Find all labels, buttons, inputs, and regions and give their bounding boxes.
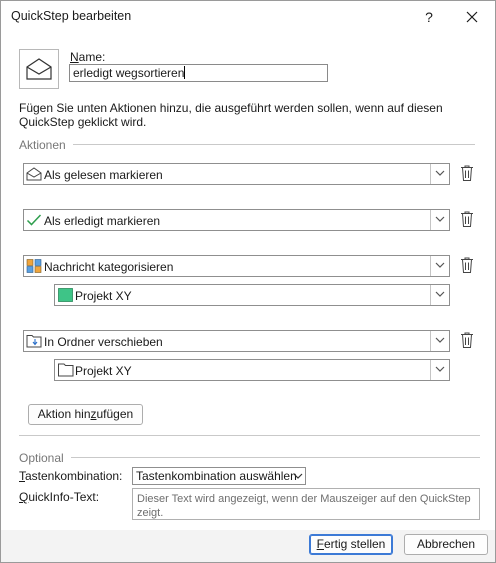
title-bar: QuickStep bearbeiten ? — [1, 1, 495, 33]
name-label: Name: — [70, 50, 106, 64]
chevron-down-icon — [435, 366, 445, 372]
shortcut-label: Tastenkombination: — [19, 469, 123, 483]
category-dropdown[interactable] — [430, 285, 449, 305]
action-select-2[interactable]: Als erledigt markieren — [23, 209, 450, 231]
chevron-down-icon — [435, 170, 445, 176]
action-dropdown-4[interactable] — [430, 331, 449, 351]
delete-action-3-trash-icon[interactable] — [459, 256, 475, 274]
folder-dropdown[interactable] — [430, 360, 449, 380]
optional-divider — [71, 457, 480, 458]
description-text: Fügen Sie unten Aktionen hinzu, die ausg… — [19, 101, 443, 129]
action-dropdown-1[interactable] — [430, 164, 449, 184]
cancel-button[interactable]: Abbrechen — [404, 534, 488, 555]
shortcut-select[interactable]: Tastenkombination auswählen — [132, 467, 306, 485]
action-select-4[interactable]: In Ordner verschieben — [23, 330, 450, 352]
chevron-down-icon[interactable] — [292, 469, 304, 483]
chevron-down-icon — [435, 262, 445, 268]
action-label-4: In Ordner verschieben — [44, 335, 163, 349]
shortcut-value: Tastenkombination auswählen — [136, 469, 297, 483]
checkmark-icon — [26, 214, 42, 226]
open-envelope-icon — [26, 167, 42, 181]
actions-bottom-divider — [19, 435, 480, 436]
action-select-3[interactable]: Nachricht kategorisieren — [23, 255, 450, 277]
tooltip-label: QuickInfo-Text: — [19, 490, 100, 504]
folder-select[interactable]: Projekt XY — [54, 359, 450, 381]
close-button[interactable] — [459, 5, 485, 29]
delete-action-1-trash-icon[interactable] — [459, 164, 475, 182]
chevron-down-icon — [435, 216, 445, 222]
categorize-icon — [26, 259, 42, 273]
actions-divider — [73, 144, 475, 145]
move-to-folder-icon — [26, 335, 42, 348]
category-label: Projekt XY — [75, 289, 132, 303]
category-select[interactable]: Projekt XY — [54, 284, 450, 306]
envelope-icon — [26, 58, 52, 80]
optional-section-title: Optional — [19, 451, 64, 465]
action-select-1[interactable]: Als gelesen markieren — [23, 163, 450, 185]
action-label-1: Als gelesen markieren — [44, 168, 163, 182]
delete-action-4-trash-icon[interactable] — [459, 331, 475, 349]
chevron-down-icon — [435, 291, 445, 297]
finish-button[interactable]: Fertig stellen — [309, 534, 393, 555]
actions-section-title: Aktionen — [19, 138, 66, 152]
action-dropdown-3[interactable] — [430, 256, 449, 276]
folder-label: Projekt XY — [75, 364, 132, 378]
quickstep-icon-button[interactable] — [19, 49, 59, 89]
add-action-button[interactable]: Aktion hinzufügen — [28, 404, 143, 425]
name-input[interactable]: erledigt wegsortieren — [69, 64, 328, 82]
action-label-3: Nachricht kategorisieren — [44, 260, 174, 274]
delete-action-2-trash-icon[interactable] — [459, 210, 475, 228]
name-input-value: erledigt wegsortieren — [73, 66, 185, 80]
close-icon — [466, 11, 478, 23]
quickstep-dialog: QuickStep bearbeiten ? Name: erledigt we… — [0, 0, 496, 563]
chevron-down-icon — [435, 337, 445, 343]
tooltip-textarea[interactable]: Dieser Text wird angezeigt, wenn der Mau… — [132, 488, 480, 520]
help-button[interactable]: ? — [417, 5, 441, 29]
action-dropdown-2[interactable] — [430, 210, 449, 230]
action-label-2: Als erledigt markieren — [44, 214, 161, 228]
category-color-icon — [58, 288, 73, 302]
window-title: QuickStep bearbeiten — [11, 9, 132, 23]
folder-icon — [58, 363, 74, 377]
